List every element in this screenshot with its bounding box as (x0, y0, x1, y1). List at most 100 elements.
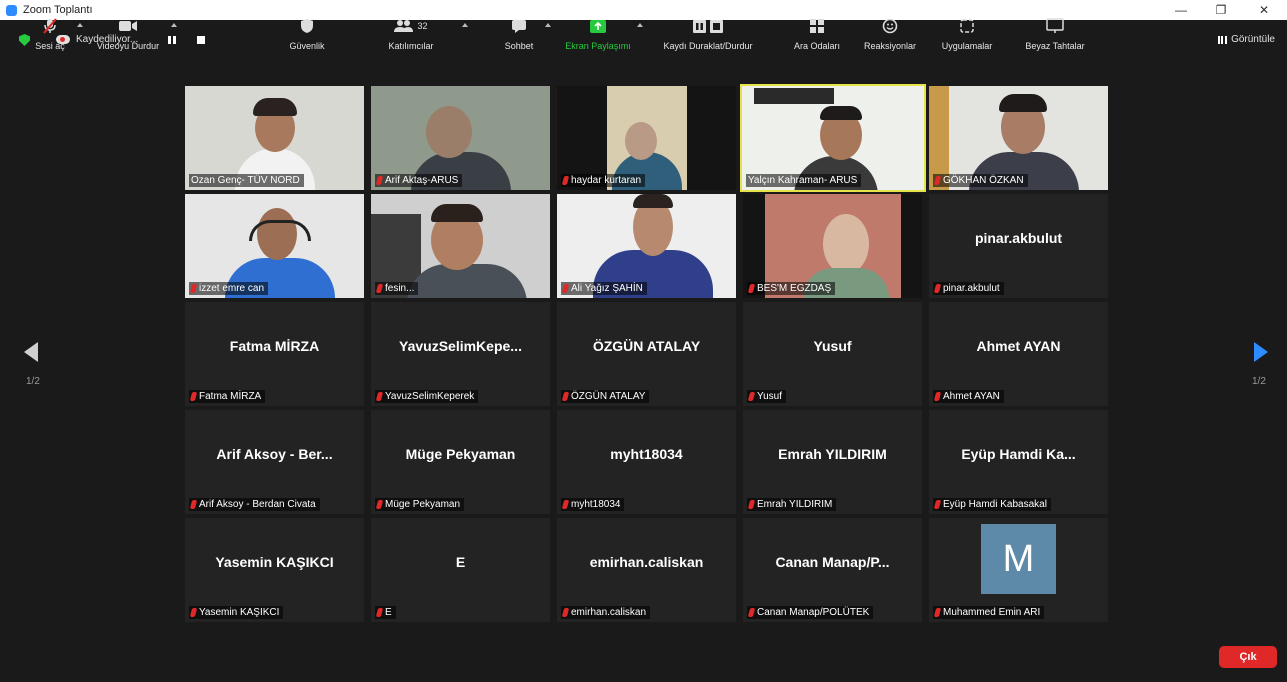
participant-tile[interactable]: Ali Yağız ŞAHİN (557, 194, 736, 298)
participant-name-label: Arif Aksoy - Berdan Civata (189, 498, 320, 511)
participant-display-name: pinar.akbulut (974, 230, 1063, 246)
participant-display-name: ÖZGÜN ATALAY (592, 338, 701, 354)
share-screen-icon (589, 18, 607, 34)
pause-stop-recording-button[interactable]: Kaydı Duraklat/Durdur (658, 0, 758, 60)
chat-options-caret-icon[interactable] (545, 23, 551, 27)
participant-display-name: Emrah YILDIRIM (778, 446, 887, 462)
chat-button[interactable]: Sohbet (497, 0, 541, 60)
participant-display-name: E (455, 554, 466, 570)
restore-button[interactable]: ❐ (1206, 0, 1236, 20)
participant-tile[interactable]: Emrah YILDIRIM Emrah YILDIRIM (743, 410, 922, 514)
participant-name-label: fesin... (375, 282, 419, 295)
breakout-rooms-button[interactable]: Ara Odaları (788, 0, 846, 60)
reactions-button[interactable]: Reaksiyonlar (860, 0, 920, 60)
share-options-caret-icon[interactable] (637, 23, 643, 27)
participant-name-label: BES'M EGZDAŞ (747, 282, 836, 295)
security-button[interactable]: Güvenlik (283, 0, 331, 60)
participant-name-label: Yasemin KAŞIKCI (189, 606, 284, 619)
previous-page-arrow-icon[interactable] (24, 342, 38, 362)
participant-name-label: Eyüp Hamdi Kabasakal (933, 498, 1051, 511)
muted-mic-icon (375, 392, 384, 401)
participant-name-label: Ali Yağız ŞAHİN (561, 282, 647, 295)
stop-recording-icon[interactable] (197, 36, 205, 44)
stop-video-button[interactable]: Videoyu Durdur (92, 0, 164, 60)
pause-recording-icon[interactable] (168, 36, 177, 44)
participant-display-name: Müge Pekyaman (405, 446, 516, 462)
participant-tile[interactable]: Arif Aktaş-ARUS (371, 86, 550, 190)
share-screen-button[interactable]: Ekran Paylaşımı (565, 0, 631, 60)
apps-button[interactable]: Uygulamalar (936, 0, 998, 60)
participant-display-name: Ahmet AYAN (976, 338, 1061, 354)
muted-mic-icon (189, 392, 198, 401)
participant-display-name: YavuzSelimKepe... (399, 338, 522, 354)
participant-name-label: Muhammed Emin ARI (933, 606, 1045, 619)
pause-stop-icon (692, 18, 724, 34)
page-indicator-left: 1/2 (26, 376, 40, 387)
muted-mic-icon (375, 176, 384, 185)
participant-display-name: Yusuf (813, 338, 852, 354)
muted-mic-icon (561, 392, 570, 401)
breakout-rooms-icon (809, 18, 825, 34)
muted-mic-icon (375, 500, 384, 509)
participant-tile[interactable]: Müge Pekyaman Müge Pekyaman (371, 410, 550, 514)
leave-meeting-button[interactable]: Çık (1219, 646, 1277, 668)
whiteboards-button[interactable]: Beyaz Tahtalar (1017, 0, 1093, 60)
participant-tile[interactable]: Ahmet AYAN Ahmet AYAN (929, 302, 1108, 406)
participant-tile[interactable]: E E (371, 518, 550, 622)
video-camera-icon (118, 18, 138, 34)
participant-tile[interactable]: fesin... (371, 194, 550, 298)
participant-name-label: Müge Pekyaman (375, 498, 465, 511)
participant-avatar: M (981, 524, 1056, 594)
muted-mic-icon (933, 500, 942, 509)
participant-tile[interactable]: GÖKHAN ÖZKAN (929, 86, 1108, 190)
participant-tile[interactable]: BES'M EGZDAŞ (743, 194, 922, 298)
participant-name-label: izzet emre can (189, 282, 269, 295)
chat-bubble-icon (511, 18, 527, 34)
audio-options-caret-icon[interactable] (77, 23, 83, 27)
participant-name-label: myht18034 (561, 498, 625, 511)
participant-tile[interactable]: Yusuf Yusuf (743, 302, 922, 406)
apps-icon (959, 18, 975, 34)
unmute-button[interactable]: Sesi aç (28, 0, 72, 60)
view-button-label: Görüntüle (1231, 34, 1275, 45)
participant-tile[interactable]: emirhan.caliskan emirhan.caliskan (557, 518, 736, 622)
participant-tile[interactable]: ÖZGÜN ATALAY ÖZGÜN ATALAY (557, 302, 736, 406)
participant-tile[interactable]: pinar.akbulut pinar.akbulut (929, 194, 1108, 298)
participant-tile[interactable]: Ozan Genç- TÜV NORD (185, 86, 364, 190)
window-titlebar: Zoom Toplantı (0, 0, 1287, 20)
participant-tile[interactable]: Yasemin KAŞIKCI Yasemin KAŞIKCI (185, 518, 364, 622)
participants-options-caret-icon[interactable] (462, 23, 468, 27)
participant-name-label: Fatma MİRZA (189, 390, 266, 403)
minimize-button[interactable]: — (1166, 0, 1196, 20)
participant-tile[interactable]: haydar kurtaran (557, 86, 736, 190)
participant-tile[interactable]: M Muhammed Emin ARI (929, 518, 1108, 622)
participant-name-label: pinar.akbulut (933, 282, 1004, 295)
video-options-caret-icon[interactable] (171, 23, 177, 27)
participant-name-label: ÖZGÜN ATALAY (561, 390, 650, 403)
participant-tile[interactable]: Fatma MİRZA Fatma MİRZA (185, 302, 364, 406)
participant-name-label: YavuzSelimKeperek (375, 390, 479, 403)
participant-tile[interactable]: Canan Manap/P... Canan Manap/POLÜTEK (743, 518, 922, 622)
participant-name-label: Arif Aktaş-ARUS (375, 174, 463, 187)
participant-tile-active-speaker[interactable]: Yalçın Kahraman- ARUS (740, 84, 926, 192)
participant-name-label: GÖKHAN ÖZKAN (933, 174, 1028, 187)
muted-mic-icon (933, 284, 942, 293)
participant-tile[interactable]: Eyüp Hamdi Ka... Eyüp Hamdi Kabasakal (929, 410, 1108, 514)
participant-tile[interactable]: YavuzSelimKepe... YavuzSelimKeperek (371, 302, 550, 406)
participant-tile[interactable]: myht18034 myht18034 (557, 410, 736, 514)
muted-mic-icon (933, 392, 942, 401)
participant-tile[interactable]: izzet emre can (185, 194, 364, 298)
participant-name-label: haydar kurtaran (561, 174, 646, 187)
muted-mic-icon (561, 500, 570, 509)
muted-mic-icon (561, 608, 570, 617)
close-button[interactable]: ✕ (1249, 0, 1279, 20)
participants-button[interactable]: 32 Katılımcılar (378, 0, 444, 60)
view-button[interactable]: Görüntüle (1218, 34, 1275, 45)
meeting-toolbar (0, 622, 1287, 682)
next-page-arrow-icon[interactable] (1254, 342, 1268, 362)
muted-mic-icon (747, 392, 756, 401)
participant-display-name: Fatma MİRZA (229, 338, 320, 354)
participant-name-label: emirhan.caliskan (561, 606, 651, 619)
participant-tile[interactable]: Arif Aksoy - Ber... Arif Aksoy - Berdan … (185, 410, 364, 514)
participant-display-name: emirhan.caliskan (589, 554, 704, 570)
